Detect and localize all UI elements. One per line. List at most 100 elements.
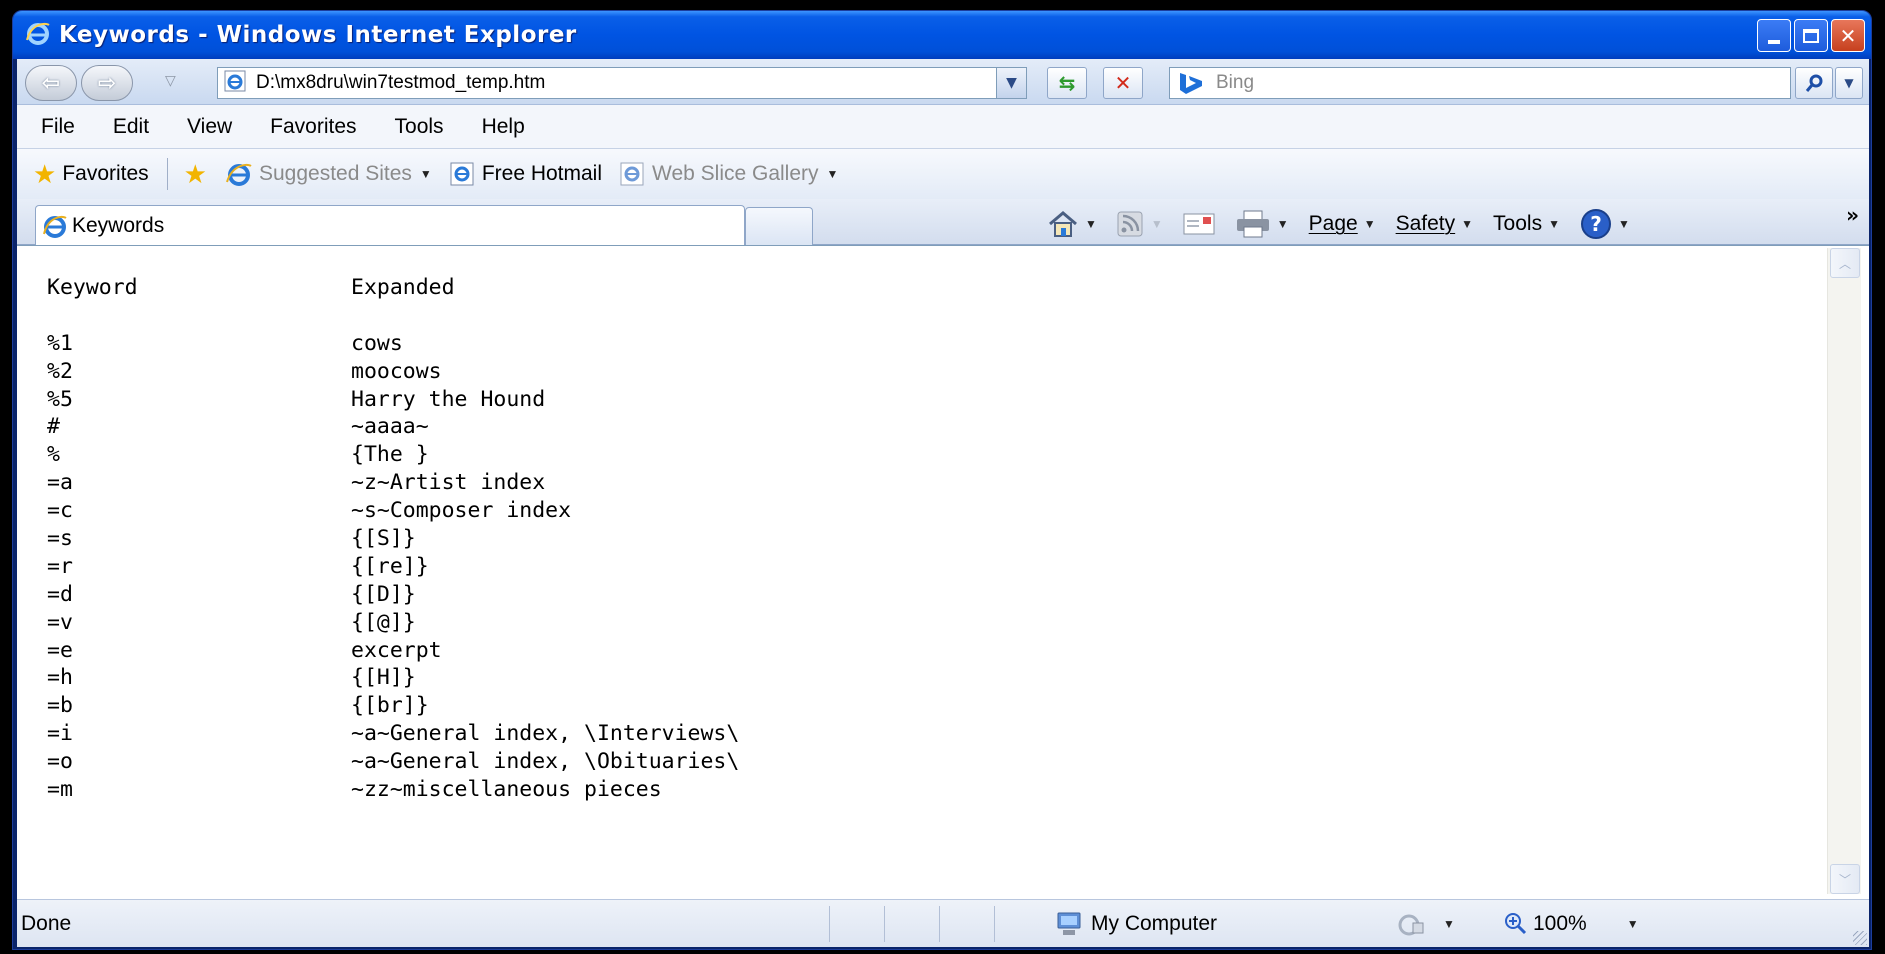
command-bar: ▼ ▼ ▼ Page ▼ Safety ▼ Tools ▼ ? ▼ [1047, 207, 1650, 241]
tools-menu[interactable]: Tools ▼ [1493, 212, 1560, 236]
ie-page-icon [450, 162, 474, 186]
zoom-level-button[interactable]: 100% ▼ [1503, 911, 1639, 937]
maximize-icon [1803, 28, 1819, 43]
table-row: =m ~zz~miscellaneous pieces [47, 776, 739, 804]
expanded-cell: ~zz~miscellaneous pieces [351, 777, 662, 803]
tools-menu-label: Tools [1493, 212, 1543, 235]
address-field[interactable]: D:\mx8dru\win7testmod_temp.htm ▼ [217, 67, 1027, 99]
menu-help[interactable]: Help [482, 115, 525, 139]
dropdown-caret-icon: ▼ [1461, 217, 1474, 231]
ie-page-icon [226, 163, 252, 186]
bing-logo-icon [1176, 71, 1210, 95]
feeds-button[interactable]: ▼ [1117, 211, 1163, 237]
menu-file[interactable]: File [41, 115, 75, 139]
search-placeholder: Bing [1216, 72, 1255, 93]
vertical-scrollbar[interactable]: ︿ ﹀ [1827, 248, 1861, 894]
protected-mode-icon [1398, 914, 1424, 935]
stop-button[interactable]: ✕ [1103, 67, 1143, 99]
title-bar[interactable]: Keywords - Windows Internet Explorer ✕ [13, 11, 1871, 59]
column-header-keyword: Keyword [47, 275, 138, 300]
page-content: Keyword Expanded %1 cows %2 moocows %5 Harr… [17, 245, 1869, 899]
new-tab-button[interactable] [745, 207, 813, 245]
resize-grip[interactable] [1853, 931, 1867, 945]
refresh-button[interactable]: ⇆ [1047, 67, 1087, 99]
search-options-button[interactable]: ▼ [1835, 67, 1863, 99]
table-row: =o ~a~General index, \Obituaries\ [47, 748, 739, 776]
zone-label: My Computer [1091, 911, 1218, 935]
scroll-up-button[interactable]: ︿ [1830, 248, 1860, 278]
expanded-cell: moocows [351, 358, 442, 384]
dropdown-caret-icon: ▼ [1443, 916, 1455, 931]
keyword-cell: % [47, 442, 60, 468]
safety-menu[interactable]: Safety ▼ [1396, 212, 1473, 236]
suggested-sites-link[interactable]: Suggested Sites ▼ [225, 161, 432, 187]
expanded-cell: {[S]} [351, 526, 416, 552]
forward-arrow-icon: ⇨ [97, 70, 117, 96]
web-slice-gallery-link[interactable]: Web Slice Gallery ▼ [620, 161, 838, 187]
table-row: =i ~a~General index, \Interviews\ [47, 720, 739, 748]
page-menu[interactable]: Page ▼ [1309, 212, 1376, 236]
keyword-cell: =b [47, 693, 73, 719]
dropdown-caret-icon: ▼ [1548, 217, 1560, 231]
ie-logo-icon [43, 215, 67, 238]
security-zone[interactable]: My Computer [1055, 911, 1375, 937]
keyword-table: Keyword Expanded %1 cows %2 moocows %5 Harr… [47, 274, 739, 804]
zoom-icon [1505, 912, 1527, 934]
free-hotmail-link[interactable]: Free Hotmail [450, 161, 602, 187]
status-divider [829, 905, 830, 942]
menu-edit[interactable]: Edit [113, 115, 149, 139]
keyword-cell: # [47, 414, 60, 440]
address-dropdown-button[interactable]: ▼ [996, 68, 1026, 98]
dropdown-caret-icon: ▼ [1363, 217, 1376, 231]
expanded-cell: ~aaaa~ [351, 414, 429, 440]
status-text: Done [21, 911, 72, 935]
minimize-icon [1768, 39, 1780, 44]
expanded-cell: {The } [351, 442, 429, 468]
protected-mode-button[interactable]: ▼ [1395, 911, 1495, 937]
favorites-bar: ★ Favorites ★ Suggested Sites ▼ Free Hot… [17, 149, 1869, 199]
back-arrow-icon: ⇦ [41, 70, 61, 96]
menu-favorites[interactable]: Favorites [270, 115, 356, 139]
add-to-favorites-bar-button[interactable]: ★ [184, 159, 207, 190]
table-row: =a ~z~Artist index [47, 469, 739, 497]
close-button[interactable]: ✕ [1831, 19, 1865, 52]
table-row: =r {[re]} [47, 553, 739, 581]
chevron-down-icon: ▼ [1844, 76, 1854, 90]
search-input[interactable]: Bing [1169, 67, 1791, 99]
dropdown-caret-icon: ▼ [419, 167, 432, 181]
scroll-down-button[interactable]: ﹀ [1830, 864, 1860, 894]
menu-view[interactable]: View [187, 115, 232, 139]
add-favorite-icon: ★ [183, 158, 207, 189]
tab-keywords[interactable]: Keywords [35, 205, 745, 245]
home-button[interactable]: ▼ [1047, 210, 1097, 238]
table-row: =c ~s~Composer index [47, 497, 739, 525]
back-button[interactable]: ⇦ [25, 65, 77, 101]
expanded-cell: ~s~Composer index [351, 498, 572, 524]
maximize-button[interactable] [1794, 19, 1828, 52]
chevron-down-icon: ▼ [1006, 75, 1017, 91]
keyword-cell: =a [47, 470, 73, 496]
expanded-cell: cows [351, 330, 403, 356]
dropdown-caret-icon: ▼ [1150, 217, 1163, 231]
dropdown-caret-icon: ▼ [1626, 916, 1639, 931]
minimize-button[interactable] [1757, 19, 1791, 52]
table-row: =v {[@]} [47, 609, 739, 637]
table-row: %5 Harry the Hound [47, 386, 739, 414]
expanded-cell: ~a~General index, \Obituaries\ [351, 749, 740, 775]
keyword-cell: =m [47, 777, 73, 803]
column-header-expanded: Expanded [351, 275, 455, 300]
forward-button[interactable]: ⇨ [81, 65, 133, 101]
zoom-value: 100% [1533, 911, 1587, 935]
computer-icon [1057, 912, 1081, 935]
print-button[interactable]: ▼ [1235, 210, 1289, 238]
refresh-icon: ⇆ [1058, 71, 1076, 95]
stop-icon: ✕ [1114, 71, 1132, 95]
favorites-button[interactable]: ★ Favorites [33, 159, 149, 190]
recent-pages-dropdown-icon[interactable]: ▽ [165, 73, 176, 89]
read-mail-button[interactable] [1183, 213, 1215, 235]
help-menu[interactable]: ? ▼ [1580, 208, 1630, 240]
toolbar-overflow-icon[interactable]: » [1846, 203, 1859, 227]
menu-tools[interactable]: Tools [395, 115, 444, 139]
search-button[interactable] [1795, 67, 1833, 99]
keyword-cell: %2 [47, 358, 73, 384]
